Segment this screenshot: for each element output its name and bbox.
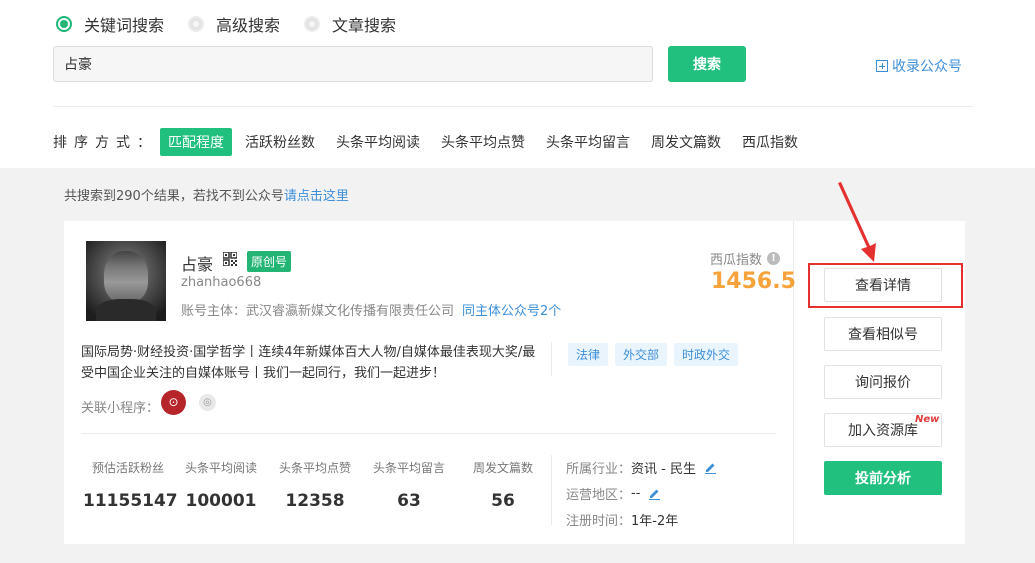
- radio-advanced-search[interactable]: 高级搜索: [188, 12, 280, 36]
- tag[interactable]: 外交部: [615, 343, 668, 366]
- stat-value: 63: [397, 491, 421, 511]
- stat-value: 11155147: [83, 491, 178, 511]
- mini-program-label: 关联小程序：: [81, 401, 160, 416]
- tag[interactable]: 法律: [568, 343, 609, 366]
- edit-icon[interactable]: [648, 487, 661, 500]
- tag[interactable]: 时政外交: [674, 343, 739, 366]
- stat-value: 12358: [285, 491, 345, 511]
- avatar[interactable]: [86, 241, 166, 321]
- info-icon[interactable]: !: [767, 252, 781, 265]
- stat-label: 周发文篇数: [472, 461, 533, 475]
- highlight-box: [808, 263, 963, 308]
- divider: [551, 342, 552, 376]
- sort-label: 排序方式：: [53, 135, 158, 151]
- new-badge: New: [915, 414, 940, 425]
- qr-code-icon[interactable]: [223, 252, 237, 266]
- account-description: 国际局势·财经投资·国学哲学丨连续4年新媒体百大人物/自媒体最佳表现大奖/最受中…: [81, 345, 536, 381]
- sort-option-weekly-posts[interactable]: 周发文篇数: [643, 128, 729, 156]
- result-count: 共搜索到290个结果，若找不到公众号请点击这里: [64, 185, 349, 204]
- account-id: zhanhao668: [181, 275, 262, 290]
- plus-square-icon: [876, 60, 888, 72]
- pre-analysis-button[interactable]: 投前分析: [824, 461, 942, 495]
- radio-label: 文章搜索: [332, 16, 397, 35]
- xigua-index-value: 1456.5: [711, 269, 796, 294]
- edit-icon[interactable]: [704, 461, 717, 474]
- radio-label: 高级搜索: [216, 16, 281, 35]
- account-name[interactable]: 占豪: [181, 251, 213, 275]
- radio-unselected-icon: [304, 16, 321, 32]
- same-owner-link[interactable]: 同主体公众号2个: [462, 304, 561, 319]
- divider: [551, 455, 552, 525]
- tag-list: 法律 外交部 时政外交: [568, 343, 745, 366]
- owner-text: 账号主体：武汉睿瀛新媒文化传播有限责任公司: [181, 304, 455, 319]
- sort-option-active-fans[interactable]: 活跃粉丝数: [237, 128, 323, 156]
- divider: [53, 106, 973, 107]
- sort-option-avg-read[interactable]: 头条平均阅读: [328, 128, 428, 156]
- account-owner: 账号主体：武汉睿瀛新媒文化传播有限责任公司 同主体公众号2个: [181, 300, 561, 319]
- stat-value: 56: [491, 491, 515, 511]
- collect-account-label: 收录公众号: [892, 59, 962, 75]
- stat-label: 预估活跃粉丝: [91, 461, 164, 475]
- sort-option-xigua-index[interactable]: 西瓜指数: [734, 128, 806, 156]
- collect-account-link[interactable]: 收录公众号: [876, 56, 962, 76]
- register-value: 1年-2年: [631, 514, 679, 529]
- stat-label: 头条平均留言: [372, 461, 445, 475]
- radio-unselected-icon: [188, 16, 205, 32]
- divider: [81, 433, 776, 434]
- region-row: 运营地区： --: [566, 484, 661, 503]
- mini-program-icon[interactable]: ⊙: [161, 390, 186, 415]
- xigua-index-label: 西瓜指数!: [710, 249, 781, 268]
- industry-row: 所属行业： 资讯 - 民生: [566, 458, 717, 477]
- radio-label: 关键词搜索: [84, 16, 165, 35]
- red-arrow-icon: [838, 182, 876, 262]
- region-value: --: [631, 486, 641, 501]
- stat-value: 100001: [185, 491, 257, 511]
- search-button[interactable]: 搜索: [668, 46, 746, 82]
- ask-quote-button[interactable]: 询问报价: [824, 365, 942, 399]
- register-row: 注册时间： 1年-2年: [566, 510, 678, 529]
- view-similar-button[interactable]: 查看相似号: [824, 317, 942, 351]
- sort-bar: 排序方式： 匹配程度 活跃粉丝数 头条平均阅读 头条平均点赞 头条平均留言 周发…: [53, 128, 811, 156]
- xigua-label-text: 西瓜指数: [710, 253, 763, 268]
- radio-selected-icon: [56, 16, 72, 32]
- radio-keyword-search[interactable]: 关键词搜索: [56, 12, 164, 36]
- search-mode-group: 关键词搜索 高级搜索 文章搜索: [56, 12, 420, 36]
- stat-label: 头条平均点赞: [278, 461, 351, 475]
- sort-option-avg-like[interactable]: 头条平均点赞: [433, 128, 533, 156]
- result-count-text: 共搜索到290个结果，若找不到公众号: [64, 189, 284, 204]
- region-label: 运营地区：: [566, 488, 632, 503]
- stat-label: 头条平均阅读: [184, 461, 257, 475]
- sort-option-avg-comment[interactable]: 头条平均留言: [538, 128, 638, 156]
- industry-value: 资讯 - 民生: [631, 462, 696, 477]
- click-here-link[interactable]: 请点击这里: [284, 189, 349, 204]
- search-input[interactable]: [53, 46, 653, 82]
- sort-option-match[interactable]: 匹配程度: [160, 128, 232, 156]
- mini-program-icon[interactable]: ◎: [199, 394, 216, 411]
- radio-article-search[interactable]: 文章搜索: [304, 12, 396, 36]
- original-badge: 原创号: [247, 251, 292, 272]
- industry-label: 所属行业：: [566, 462, 632, 477]
- register-label: 注册时间：: [566, 514, 632, 529]
